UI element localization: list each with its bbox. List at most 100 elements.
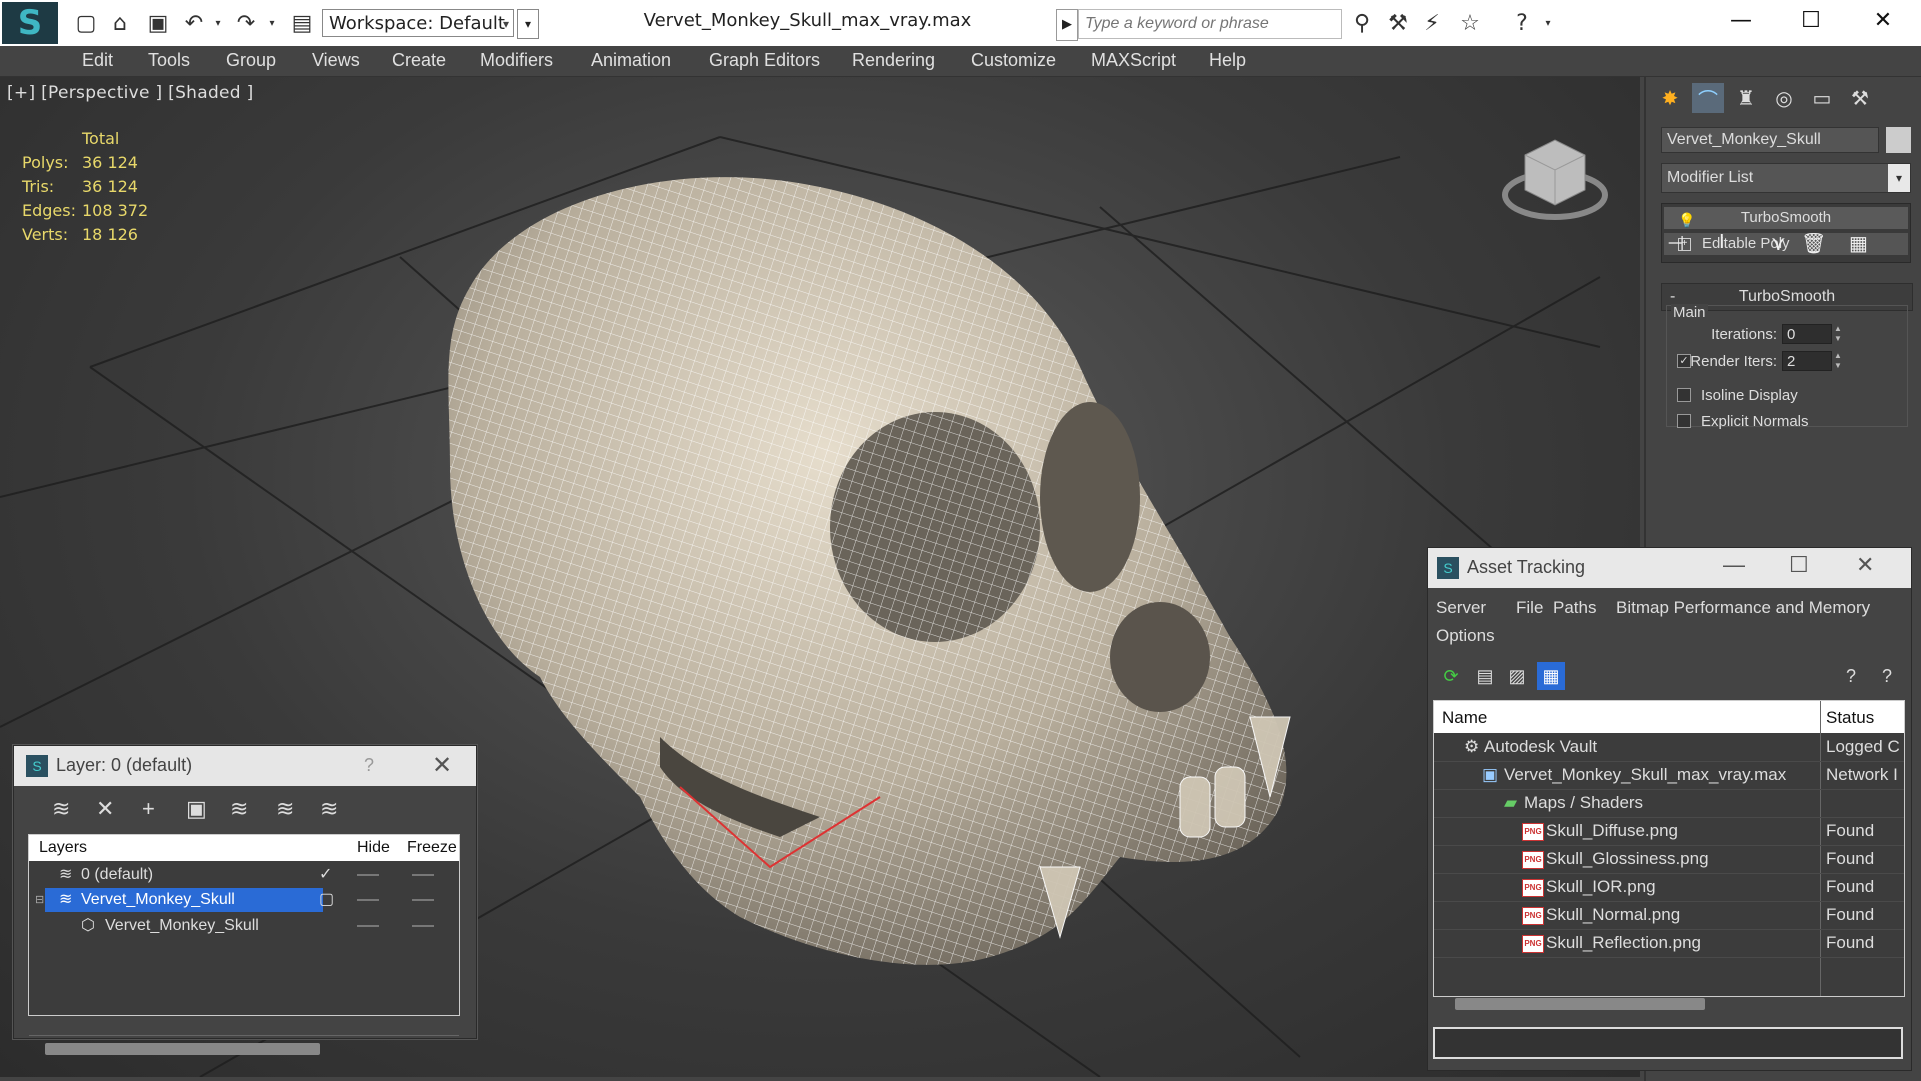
close-button[interactable]: ✕ <box>1856 552 1874 578</box>
col-freeze[interactable]: Freeze <box>407 839 457 857</box>
settings-help-icon[interactable]: ? <box>1873 662 1901 690</box>
horizontal-scrollbar[interactable] <box>45 1043 320 1055</box>
project-folder-icon[interactable]: ▤ <box>288 10 316 36</box>
explicit-normals-checkbox[interactable] <box>1677 414 1691 428</box>
new-layer-icon[interactable]: + <box>142 796 155 822</box>
app-logo-icon[interactable]: S <box>2 2 58 44</box>
hide-toggle[interactable] <box>357 899 379 901</box>
menu-server[interactable]: Server <box>1436 598 1486 618</box>
show-end-result-icon[interactable]: Ι <box>1719 231 1725 254</box>
help-dropdown-icon[interactable]: ▾ <box>1534 10 1562 36</box>
asset-row[interactable]: PNG Skull_Reflection.png Found <box>1434 929 1904 958</box>
refresh-icon[interactable]: ⟳ <box>1437 662 1465 690</box>
maximize-button[interactable]: ☐ <box>1776 0 1846 42</box>
add-selection-icon[interactable]: ▣ <box>186 796 207 822</box>
favorites-star-icon[interactable]: ☆ <box>1456 10 1484 36</box>
menu-edit[interactable]: Edit <box>82 50 113 71</box>
help-icon[interactable]: ? <box>1837 662 1865 690</box>
open-file-icon[interactable]: ⌂ <box>106 10 134 36</box>
pin-stack-icon[interactable]: ⊣ <box>1667 231 1684 256</box>
object-color-swatch[interactable] <box>1886 127 1911 153</box>
create-tab-icon[interactable]: ✸ <box>1654 83 1686 113</box>
menu-paths[interactable]: Paths <box>1553 598 1596 618</box>
workspace-dropdown[interactable]: Workspace: Default ▾ <box>322 9 514 37</box>
menu-create[interactable]: Create <box>392 50 446 71</box>
horizontal-scrollbar[interactable] <box>1455 998 1705 1010</box>
collapse-icon[interactable]: ⊟ <box>35 888 44 912</box>
asset-path-field[interactable] <box>1433 1027 1903 1059</box>
menu-options[interactable]: Options <box>1436 626 1495 646</box>
menu-views[interactable]: Views <box>312 50 360 71</box>
search-input[interactable] <box>1078 9 1342 39</box>
freeze-toggle[interactable] <box>412 874 434 876</box>
maximize-button[interactable]: ☐ <box>1789 552 1809 578</box>
layer-row-selected[interactable]: ⊟ ≋ Vervet_Monkey_Skull ▢ <box>29 888 459 912</box>
menu-bitmap-performance[interactable]: Bitmap Performance and Memory <box>1616 598 1870 618</box>
menu-rendering[interactable]: Rendering <box>852 50 935 71</box>
layer-list-icon[interactable]: ≋ <box>52 796 70 822</box>
search-expand-button[interactable]: ▶ <box>1056 9 1078 41</box>
layer-row[interactable]: ≋ 0 (default) ✓ <box>29 863 459 887</box>
menu-animation[interactable]: Animation <box>591 50 671 71</box>
hide-toggle[interactable] <box>357 925 379 927</box>
asset-row[interactable]: PNG Skull_Diffuse.png Found <box>1434 817 1904 846</box>
viewcube-icon[interactable] <box>1502 139 1608 220</box>
asset-row[interactable]: ⚙ Autodesk Vault Logged C <box>1434 733 1904 762</box>
table-view-icon[interactable]: ▦ <box>1537 662 1565 690</box>
menu-maxscript[interactable]: MAXScript <box>1091 50 1176 71</box>
asset-row[interactable]: ▣ Vervet_Monkey_Skull_max_vray.max Netwo… <box>1434 761 1904 790</box>
spinner-arrows-icon[interactable]: ▲ ▼ <box>1833 351 1843 371</box>
menu-help[interactable]: Help <box>1209 50 1246 71</box>
viewport-label[interactable]: [+] [Perspective ] [Shaded ] <box>7 83 254 103</box>
isoline-display-checkbox[interactable] <box>1677 388 1691 402</box>
iterations-spinner[interactable]: 0 <box>1782 324 1832 344</box>
set-active-box-icon[interactable]: ▢ <box>319 888 334 912</box>
close-icon[interactable]: ✕ <box>432 751 452 780</box>
highlight-layer-icon[interactable]: ≋ <box>276 796 294 822</box>
menu-customize[interactable]: Customize <box>971 50 1056 71</box>
utilities-tab-icon[interactable]: ⚒ <box>1844 83 1876 113</box>
skull-model[interactable] <box>448 177 1291 965</box>
workspace-menu-button[interactable]: ▾ <box>517 9 539 39</box>
list-view-icon[interactable]: ▤ <box>1471 662 1499 690</box>
object-row[interactable]: ⬡ Vervet_Monkey_Skull <box>29 914 459 938</box>
display-tab-icon[interactable]: ▭ <box>1806 83 1838 113</box>
redo-icon[interactable]: ↷ <box>232 10 260 36</box>
menu-tools[interactable]: Tools <box>148 50 190 71</box>
menu-graph-editors[interactable]: Graph Editors <box>709 50 820 71</box>
active-check-icon[interactable]: ✓ <box>319 863 332 887</box>
help-icon[interactable]: ? <box>1508 10 1536 36</box>
object-name-field[interactable]: Vervet_Monkey_Skull <box>1661 127 1879 153</box>
render-iters-spinner[interactable]: 2 <box>1782 351 1832 371</box>
save-icon[interactable]: ▣ <box>144 10 172 36</box>
asset-row[interactable]: PNG Skull_Normal.png Found <box>1434 901 1904 930</box>
hide-all-icon[interactable]: ≋ <box>320 796 338 822</box>
help-icon[interactable]: ? <box>364 755 374 776</box>
minimize-button[interactable]: — <box>1723 552 1745 578</box>
modifier-list-dropdown[interactable]: Modifier List ▾ <box>1661 163 1911 193</box>
modify-tab-icon[interactable]: ⌒ <box>1692 83 1724 113</box>
minimize-button[interactable]: — <box>1706 0 1776 42</box>
col-name[interactable]: Name <box>1442 708 1487 728</box>
freeze-toggle[interactable] <box>412 925 434 927</box>
stack-item-turbosmooth[interactable]: 💡 TurboSmooth <box>1664 207 1908 229</box>
col-layers[interactable]: Layers <box>39 839 87 857</box>
new-file-icon[interactable]: ▢ <box>72 10 100 36</box>
remove-modifier-icon[interactable]: 🗑 <box>1801 231 1826 256</box>
col-hide[interactable]: Hide <box>357 839 390 857</box>
select-objects-icon[interactable]: ≋ <box>230 796 248 822</box>
binoculars-icon[interactable]: ⚲ <box>1348 10 1376 36</box>
communication-center-icon[interactable]: ⚡ <box>1418 10 1446 36</box>
configure-modifier-sets-icon[interactable]: ▦ <box>1849 231 1868 256</box>
asset-row[interactable]: PNG Skull_Glossiness.png Found <box>1434 845 1904 874</box>
menu-group[interactable]: Group <box>226 50 276 71</box>
redo-dropdown-icon[interactable]: ▾ <box>258 10 286 36</box>
subscription-icon[interactable]: ⚒ <box>1384 10 1412 36</box>
hierarchy-tab-icon[interactable]: ♜ <box>1730 83 1762 113</box>
freeze-toggle[interactable] <box>412 899 434 901</box>
make-unique-icon[interactable]: ⋎ <box>1771 231 1786 256</box>
close-button[interactable]: ✕ <box>1848 0 1918 42</box>
thumbnail-view-icon[interactable]: ▨ <box>1503 662 1531 690</box>
layer-dialog-titlebar[interactable]: S Layer: 0 (default) ? ✕ <box>14 746 476 786</box>
asset-row[interactable]: PNG Skull_IOR.png Found <box>1434 873 1904 902</box>
